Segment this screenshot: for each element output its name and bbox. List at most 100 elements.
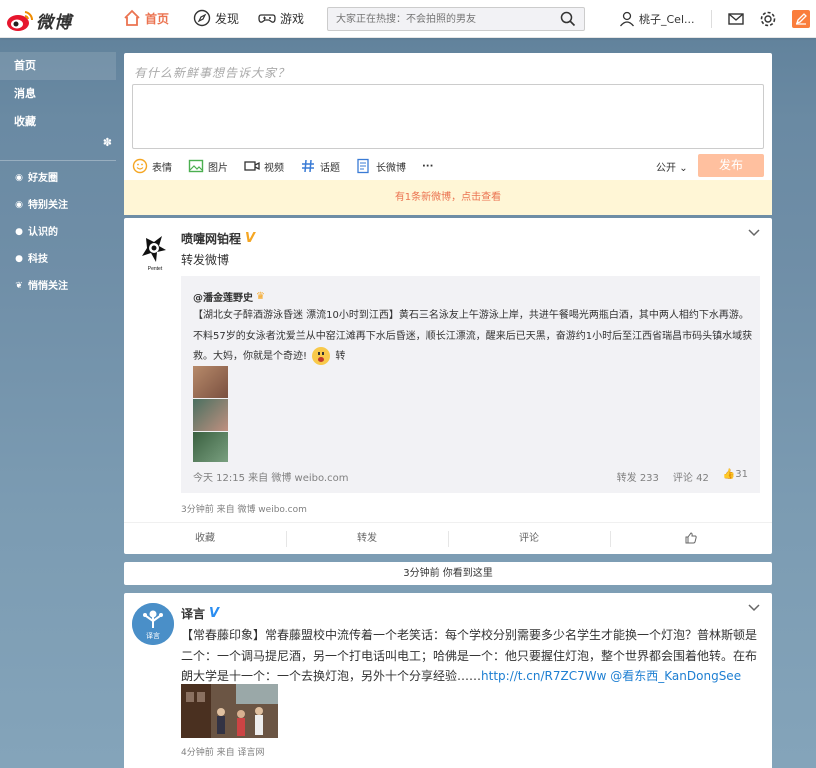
circle-dot-icon: ◉: [15, 173, 23, 183]
tool-label: 视频: [264, 162, 284, 174]
avatar[interactable]: 译言: [132, 603, 174, 645]
gamepad-icon: [258, 14, 276, 23]
tool-more[interactable]: ···: [422, 158, 433, 174]
image-icon: [188, 159, 204, 173]
favorite-button[interactable]: 收藏: [124, 523, 286, 554]
tool-long-post[interactable]: 长微博: [356, 158, 406, 174]
post-timestamp[interactable]: 3分钟前 来自 微博 weibo.com: [181, 502, 307, 515]
divider: [711, 10, 712, 28]
tool-label: 图片: [208, 162, 228, 174]
post-text: 转发微博: [181, 253, 230, 267]
group-label: 悄悄关注: [28, 281, 68, 292]
tool-topic[interactable]: 话题: [300, 158, 340, 174]
top-navigation-bar: 微博 首页 发现 游戏 桃子_Cel...: [0, 0, 816, 38]
repost-like[interactable]: 👍31: [723, 469, 748, 484]
search-icon[interactable]: [560, 11, 576, 27]
smiley-icon: [132, 158, 148, 174]
sidebar-settings: ✽: [0, 136, 116, 156]
repost-forward-count[interactable]: 转发 233: [617, 469, 659, 484]
sidebar-item-favorites[interactable]: 收藏: [0, 108, 116, 136]
composer-textarea[interactable]: [132, 84, 764, 149]
post-actions: 收藏 转发 评论: [124, 522, 772, 554]
repost-box[interactable]: @潘金莲野史 ♛ 【湖北女子醉酒游泳昏迷 漂流10小时到江西】黄石三名泳友上午游泳…: [181, 276, 760, 493]
repost-author[interactable]: @潘金莲野史 ♛: [193, 289, 265, 304]
nav-discover[interactable]: 发现: [193, 9, 239, 27]
mention-link[interactable]: @看东西_KanDongSee: [610, 669, 741, 683]
feed-post: 译言 译言 V 【常春藤印象】常春藤盟校中流传着一个老笑话：每个学校分别需要多少名…: [124, 593, 772, 768]
chevron-down-icon[interactable]: [748, 601, 760, 613]
mail-icon[interactable]: [727, 10, 745, 28]
search-input[interactable]: [328, 8, 548, 30]
compose-icon[interactable]: [792, 10, 810, 28]
nav-home-label: 首页: [145, 11, 170, 26]
weibo-eye-icon: [7, 10, 34, 31]
chevron-down-icon[interactable]: [748, 226, 760, 238]
compass-icon: [193, 9, 211, 27]
repost-comment-count[interactable]: 评论 42: [673, 469, 709, 484]
username: 桃子_Cel...: [639, 13, 695, 26]
video-icon: [244, 161, 260, 171]
forward-button[interactable]: 转发: [286, 523, 448, 554]
tool-label: 表情: [152, 162, 172, 174]
nav-game-label: 游戏: [280, 11, 305, 26]
tool-label: 长微博: [376, 162, 406, 174]
tool-image[interactable]: 图片: [188, 158, 228, 174]
verified-icon: V: [245, 231, 256, 246]
group-label: 科技: [28, 254, 48, 265]
weibo-logo[interactable]: 微博: [6, 8, 72, 33]
sidebar-group-special[interactable]: ◉ 特别关注: [0, 192, 116, 219]
composer-prompt: 有什么新鲜事想告诉大家？: [134, 66, 291, 80]
repost-body: 【湖北女子醉酒游泳昏迷 漂流10小时到江西】黄石三名泳友上午游泳上岸，共进午餐喝…: [193, 310, 753, 362]
author-name: 喷嚏网铂程: [181, 232, 242, 246]
circle-dot-icon: ◉: [15, 200, 23, 210]
post-timestamp[interactable]: 4分钟前 来自 译言网: [181, 745, 264, 758]
repost-thumbnail[interactable]: [193, 432, 228, 462]
sidebar-group-tech[interactable]: ● 科技: [0, 246, 116, 273]
post-author[interactable]: 喷嚏网铂程 V: [181, 230, 255, 247]
tool-video[interactable]: 视频: [244, 158, 284, 174]
sidebar-item-messages[interactable]: 消息: [0, 80, 116, 108]
avatar[interactable]: Pentet: [132, 228, 178, 274]
document-icon: [357, 158, 369, 174]
post-author[interactable]: 译言 V: [181, 605, 219, 622]
logo-text: 微博: [36, 13, 72, 33]
sidebar-gear-icon[interactable]: ✽: [103, 136, 112, 149]
like-button[interactable]: [610, 523, 772, 554]
home-icon: [124, 9, 140, 26]
thumbs-up-icon: [685, 532, 697, 544]
privacy-label: 公开: [656, 163, 676, 174]
repost-like-count: 31: [735, 469, 748, 480]
hashtag-icon: [302, 159, 314, 173]
sidebar-group-known[interactable]: ● 认识的: [0, 219, 116, 246]
bullet-icon: ●: [15, 254, 23, 264]
nav-game[interactable]: 游戏: [258, 9, 304, 27]
repost-timestamp[interactable]: 今天 12:15 来自 微博 weibo.com: [193, 469, 348, 484]
composer-toolbar: 表情 图片 视频 话题 长微博 ···: [132, 158, 449, 174]
repost-thumbnail[interactable]: [193, 399, 228, 431]
privacy-dropdown[interactable]: 公开 ⌄: [656, 159, 688, 174]
read-position-marker[interactable]: 3分钟前 你看到这里: [124, 562, 772, 585]
post-text: 【常春藤印象】常春藤盟校中流传着一个老笑话：每个学校分别需要多少名学生才能换一个…: [181, 625, 763, 687]
sidebar-group-friends[interactable]: ◉ 好友圈: [0, 165, 116, 192]
repost-text: 【湖北女子醉酒游泳昏迷 漂流10小时到江西】黄石三名泳友上午游泳上岸，共进午餐喝…: [193, 306, 753, 368]
avatar-image: Pentet: [132, 228, 178, 274]
post-image[interactable]: [181, 684, 278, 738]
tool-emoji[interactable]: 表情: [132, 158, 172, 174]
repost-author-name: @潘金莲野史: [193, 293, 253, 304]
new-posts-notice[interactable]: 有1条新微博，点击查看: [124, 180, 772, 215]
left-sidebar: 首页 消息 收藏 ✽ ◉ 好友圈 ◉ 特别关注 ● 认识的 ● 科技 ❦ 悄悄关注: [0, 52, 116, 300]
nav-home[interactable]: 首页: [123, 9, 169, 27]
gear-icon[interactable]: [759, 10, 777, 28]
author-name: 译言: [181, 607, 206, 621]
sidebar-item-home[interactable]: 首页: [0, 52, 116, 80]
comment-button[interactable]: 评论: [448, 523, 610, 554]
user-profile-link[interactable]: 桃子_Cel...: [619, 11, 695, 27]
short-link[interactable]: http://t.cn/R7ZC7Ww: [481, 669, 606, 683]
sidebar-group-secret[interactable]: ❦ 悄悄关注: [0, 273, 116, 300]
repost-thumbnail[interactable]: [193, 366, 228, 398]
repost-suffix: 转: [335, 351, 346, 362]
repost-stats: 转发 233 评论 42 👍31: [617, 469, 748, 484]
publish-button[interactable]: 发布: [698, 154, 764, 177]
nav-discover-label: 发现: [215, 11, 240, 26]
feed-post: Pentet 喷嚏网铂程 V 转发微博 @潘金莲野史 ♛ 【湖北女子醉酒游泳昏迷 漂…: [124, 218, 772, 554]
